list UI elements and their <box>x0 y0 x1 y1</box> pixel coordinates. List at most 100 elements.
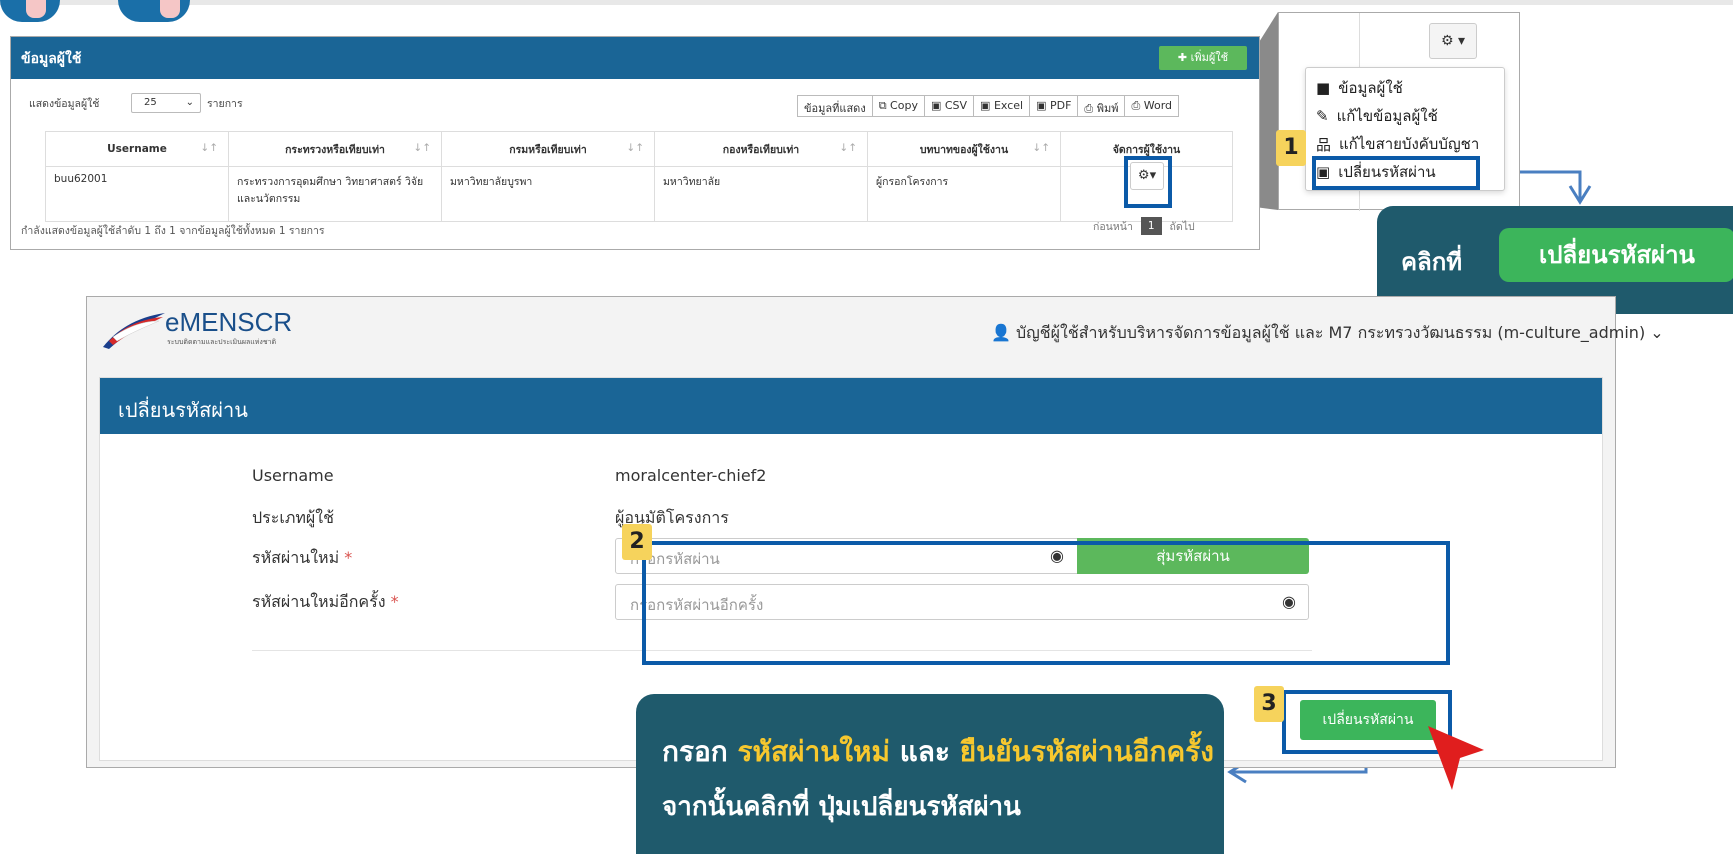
username-value: moralcenter-chief2 <box>615 466 767 485</box>
panel-title: ข้อมูลผู้ใช้ <box>11 37 1259 79</box>
export-toolbar: ข้อมูลที่แสดง ⧉ Copy ▣ CSV ▣ Excel ▣ PDF… <box>797 95 1180 117</box>
confirm-password-label: รหัสผ่านใหม่อีกครั้ง * <box>252 590 399 615</box>
pagination: ก่อนหน้า 1 ถัดไป <box>1093 217 1195 235</box>
menu-item-label: ข้อมูลผู้ใช้ <box>1338 79 1403 97</box>
user-list-panel: ข้อมูลผู้ใช้ ✚ เพิ่มผู้ใช้ แสดงข้อมูลผู้… <box>10 36 1260 250</box>
export-colvis-button[interactable]: ข้อมูลที่แสดง <box>797 95 873 117</box>
export-excel-label: Excel <box>993 99 1024 112</box>
logo-flag-icon <box>103 313 165 349</box>
file-icon: ▣ <box>930 99 945 112</box>
export-pdf-button[interactable]: ▣ PDF <box>1030 95 1079 117</box>
add-user-label: เพิ่มผู้ใช้ <box>1190 51 1229 64</box>
caret-down-icon: ▾ <box>1457 33 1466 49</box>
pager-next[interactable]: ถัดไป <box>1170 218 1195 235</box>
gear-icon: ⚙ <box>1440 33 1454 49</box>
user-table: Username ↓↑ กระทรวงหรือเทียบเท่า ↓↑ กรมหรื… <box>45 131 1233 222</box>
callout-line-2: จากนั้นคลิกที่ ปุ่มเปลี่ยนรหัสผ่าน <box>662 792 1021 822</box>
logo-text: eMENSCR <box>165 307 293 337</box>
export-print-button[interactable]: ⎙ พิมพ์ <box>1078 95 1126 117</box>
chevron-down-icon: ⌄ <box>1650 323 1664 342</box>
chevron-down-icon: ⌄ <box>185 97 194 108</box>
new-password-label: รหัสผ่านใหม่ * <box>252 546 352 571</box>
export-word-button[interactable]: ⎙ Word <box>1125 95 1180 117</box>
callout-label: คลิกที่ <box>1401 248 1463 276</box>
table-row: buu62001 กระทรวงการอุดมศึกษา วิทยาศาสตร์… <box>45 166 1233 222</box>
export-csv-label: CSV <box>944 99 968 112</box>
col-label: บทบาทของผู้ใช้งาน <box>919 143 1009 156</box>
card-title: เปลี่ยนรหัสผ่าน <box>100 378 1602 434</box>
confirm-password-label-text: รหัสผ่านใหม่อีกครั้ง <box>252 592 386 611</box>
zoom-gear-button[interactable]: ⚙ ▾ <box>1429 23 1477 59</box>
user-icon: 👤 <box>991 323 1011 342</box>
highlight-change-password-item <box>1312 156 1480 190</box>
step-badge-3: 3 <box>1254 686 1284 722</box>
callout-instructions: กรอก รหัสผ่านใหม่ และ ยืนยันรหัสผ่านอีกค… <box>636 694 1224 854</box>
file-icon: ■ <box>1316 79 1331 97</box>
logo-subtitle: ระบบติดตามและประเมินผลแห่งชาติ <box>167 338 277 346</box>
export-csv-button[interactable]: ▣ CSV <box>924 95 975 117</box>
sitemap-icon: 品 <box>1316 135 1332 154</box>
export-pdf-label: PDF <box>1049 99 1072 112</box>
callout-emphasis: รหัสผ่านใหม่ <box>737 735 890 768</box>
cursor-pointer-icon <box>1428 726 1484 790</box>
col-label: Username <box>107 143 167 155</box>
callout-pill: เปลี่ยนรหัสผ่าน <box>1499 228 1733 282</box>
col-header-ministry[interactable]: กระทรวงหรือเทียบเท่า ↓↑ <box>228 131 442 167</box>
highlight-password-fields <box>642 541 1450 665</box>
sort-icon: ↓↑ <box>413 142 431 154</box>
required-mark: * <box>344 548 353 567</box>
new-password-label-text: รหัสผ่านใหม่ <box>252 548 340 567</box>
pager-current[interactable]: 1 <box>1140 217 1162 235</box>
file-icon: ▣ <box>980 99 994 112</box>
menu-item-label: แก้ไขสายบังคับบัญชา <box>1339 135 1480 153</box>
menu-item-edit-user[interactable]: ✎ แก้ไขข้อมูลผู้ใช้ <box>1316 104 1438 128</box>
pencil-icon: ✎ <box>1316 107 1329 125</box>
cell-ministry: กระทรวงการอุดมศึกษา วิทยาศาสตร์ วิจัยและ… <box>228 166 442 222</box>
print-icon: ⎙ <box>1131 99 1144 112</box>
col-header-username[interactable]: Username ↓↑ <box>45 131 229 167</box>
pager-prev[interactable]: ก่อนหน้า <box>1093 218 1133 235</box>
table-info: กำลังแสดงข้อมูลผู้ใช้ลำดับ 1 ถึง 1 จากข้… <box>21 225 325 237</box>
account-menu[interactable]: 👤 บัญชีผู้ใช้สำหรับบริหารจัดการข้อมูลผู้… <box>991 321 1664 346</box>
required-mark: * <box>390 592 399 611</box>
col-header-division[interactable]: กองหรือเทียบเท่า ↓↑ <box>654 131 868 167</box>
export-copy-label: Copy <box>890 99 918 112</box>
cell-division: มหาวิทยาลัย <box>654 166 868 222</box>
menu-item-user-info[interactable]: ■ ข้อมูลผู้ใช้ <box>1316 76 1403 100</box>
col-label: กองหรือเทียบเท่า <box>722 143 800 156</box>
export-word-label: Word <box>1143 99 1173 112</box>
add-user-button[interactable]: ✚ เพิ่มผู้ใช้ <box>1159 46 1247 70</box>
cell-department: มหาวิทยาลัยบูรพา <box>441 166 655 222</box>
username-label: Username <box>252 466 334 485</box>
sort-icon: ↓↑ <box>200 142 218 154</box>
menu-item-label: แก้ไขข้อมูลผู้ใช้ <box>1336 107 1438 125</box>
page-length-value: 25 <box>144 97 157 108</box>
user-type-label: ประเภทผู้ใช้ <box>252 508 334 527</box>
col-header-department[interactable]: กรมหรือเทียบเท่า ↓↑ <box>441 131 655 167</box>
col-label: กระทรวงหรือเทียบเท่า <box>285 143 385 156</box>
cell-role: ผู้กรอกโครงการ <box>867 166 1061 222</box>
sort-icon: ↓↑ <box>839 142 857 154</box>
col-header-role[interactable]: บทบาทของผู้ใช้งาน ↓↑ <box>867 131 1061 167</box>
print-icon: ⎙ <box>1084 102 1097 115</box>
highlight-gear <box>1124 156 1172 208</box>
callout-emphasis: ยืนยันรหัสผ่านอีกครั้ง <box>959 735 1214 768</box>
menu-item-edit-hierarchy[interactable]: 品 แก้ไขสายบังคับบัญชา <box>1316 132 1479 156</box>
export-copy-button[interactable]: ⧉ Copy <box>872 95 925 117</box>
step-badge-1: 1 <box>1276 130 1306 166</box>
callout-text: กรอก <box>662 735 728 768</box>
export-excel-button[interactable]: ▣ Excel <box>974 95 1031 117</box>
sort-icon: ↓↑ <box>626 142 644 154</box>
copy-icon: ⧉ <box>878 99 891 112</box>
account-label: บัญชีผู้ใช้สำหรับบริหารจัดการข้อมูลผู้ใช… <box>1016 323 1646 342</box>
show-entries-label: แสดงข้อมูลผู้ใช้ <box>29 98 100 110</box>
callout-text: และ <box>899 735 950 768</box>
page-length-unit: รายการ <box>207 98 243 110</box>
sort-icon: ↓↑ <box>1032 142 1050 154</box>
file-icon: ▣ <box>1036 99 1050 112</box>
cell-username: buu62001 <box>45 166 229 222</box>
step-badge-2: 2 <box>622 524 652 560</box>
export-print-label: พิมพ์ <box>1096 102 1119 115</box>
page-length-select[interactable]: 25 ⌄ <box>131 93 201 113</box>
col-label: กรมหรือเทียบเท่า <box>509 143 587 156</box>
